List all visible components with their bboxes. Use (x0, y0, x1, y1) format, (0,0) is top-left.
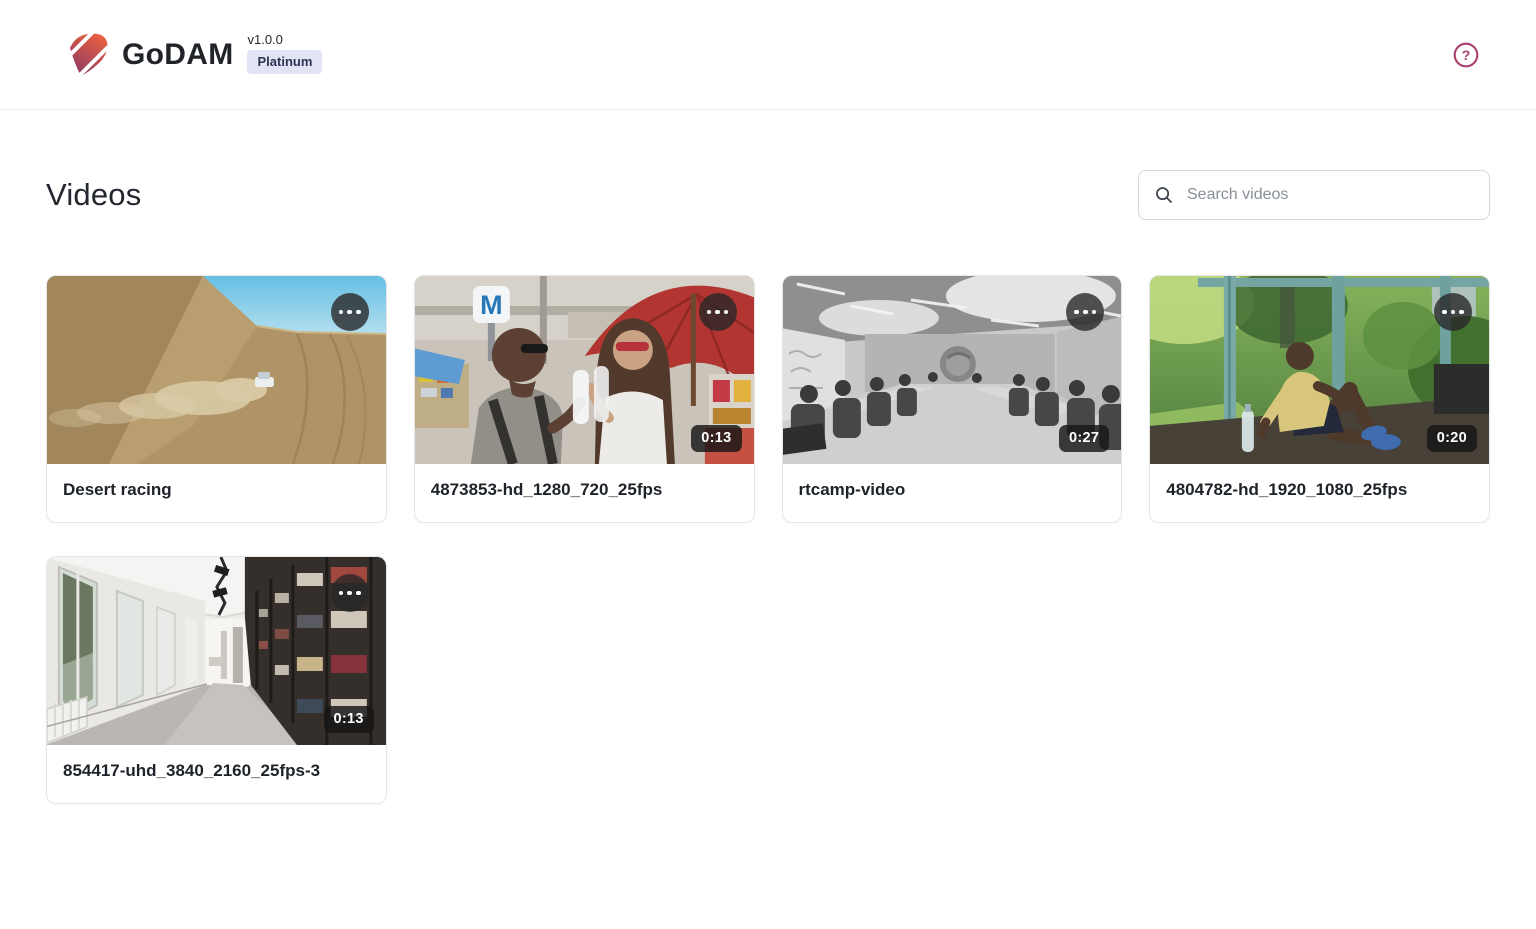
video-thumbnail: 0:13 (47, 557, 386, 745)
video-title: rtcamp-video (783, 464, 1122, 522)
video-thumbnail: M (415, 276, 754, 464)
page-head: Videos (46, 170, 1490, 220)
search-box (1138, 170, 1490, 220)
duration-badge: 0:20 (1427, 425, 1477, 452)
help-icon: ? (1452, 41, 1480, 69)
godam-logo-icon (60, 31, 112, 79)
plan-badge: Platinum (247, 50, 322, 74)
search-input[interactable] (1185, 185, 1474, 205)
video-title: 4804782-hd_1920_1080_25fps (1150, 464, 1489, 522)
duration-badge: 0:13 (324, 706, 374, 733)
search-icon (1154, 185, 1174, 205)
svg-text:?: ? (1462, 47, 1471, 63)
app-header: GoDAM v1.0.0 Platinum ? (0, 0, 1536, 110)
version-label: v1.0.0 (247, 33, 282, 46)
video-menu-button[interactable] (1434, 293, 1472, 331)
video-card[interactable]: 0:13 854417-uhd_3840_2160_25fps-3 (46, 556, 387, 804)
video-card[interactable]: Desert racing (46, 275, 387, 523)
video-card[interactable]: 0:27 rtcamp-video (782, 275, 1123, 523)
duration-badge: 0:27 (1059, 425, 1109, 452)
video-menu-button[interactable] (1066, 293, 1104, 331)
three-dots-icon (339, 310, 344, 315)
svg-text:M: M (480, 290, 503, 320)
video-thumbnail (47, 276, 386, 464)
video-menu-button[interactable] (331, 293, 369, 331)
video-thumbnail: 0:20 (1150, 276, 1489, 464)
video-title: 854417-uhd_3840_2160_25fps-3 (47, 745, 386, 803)
video-thumbnail: 0:27 (783, 276, 1122, 464)
app-name: GoDAM (122, 38, 233, 72)
three-dots-icon (1074, 310, 1079, 315)
brand-meta: v1.0.0 Platinum (247, 33, 322, 74)
three-dots-icon (339, 591, 344, 596)
video-menu-button[interactable] (699, 293, 737, 331)
page-title: Videos (46, 177, 141, 213)
video-grid: Desert racing M (46, 275, 1490, 864)
video-card[interactable]: 0:20 4804782-hd_1920_1080_25fps (1149, 275, 1490, 523)
three-dots-icon (707, 310, 712, 315)
video-menu-button[interactable] (331, 574, 369, 612)
brand: GoDAM v1.0.0 Platinum (60, 31, 322, 79)
duration-badge: 0:13 (691, 425, 741, 452)
main-content: Videos (0, 170, 1536, 864)
help-button[interactable]: ? (1452, 41, 1480, 69)
video-title: 4873853-hd_1280_720_25fps (415, 464, 754, 522)
video-card[interactable]: M (414, 275, 755, 523)
three-dots-icon (1442, 310, 1447, 315)
video-title: Desert racing (47, 464, 386, 522)
